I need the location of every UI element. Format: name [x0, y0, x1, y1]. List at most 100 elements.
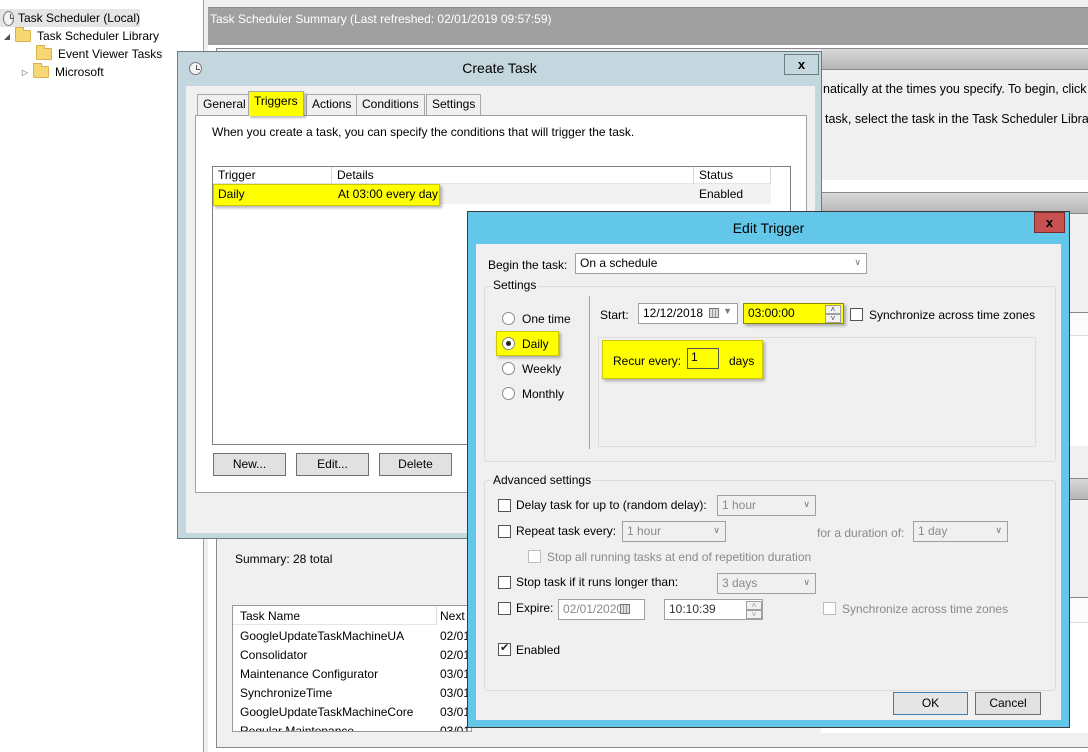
- new-trigger-button[interactable]: New...: [213, 453, 286, 476]
- close-button[interactable]: x: [784, 54, 819, 75]
- trigger-status: Enabled: [699, 187, 744, 201]
- close-button[interactable]: x: [1034, 212, 1065, 233]
- repeat-task-checkbox[interactable]: [498, 525, 511, 538]
- sync-timezones-checkbox[interactable]: [850, 308, 863, 321]
- radio-label-monthly: Monthly: [522, 387, 565, 401]
- radio-weekly[interactable]: [502, 362, 515, 375]
- table-row[interactable]: GoogleUpdateTaskMachineUA 02/01: [233, 627, 471, 646]
- chevron-down-icon: ∨: [713, 525, 720, 535]
- start-label: Start:: [600, 308, 629, 322]
- table-row[interactable]: SynchronizeTime 03/01: [233, 684, 471, 703]
- calendar-icon[interactable]: [620, 604, 630, 614]
- expand-icon[interactable]: ◢: [2, 32, 12, 41]
- radio-label-weekly: Weekly: [522, 362, 562, 376]
- start-date-value: 12/12/2018: [643, 306, 704, 320]
- summary-count: Summary: 28 total: [235, 552, 333, 566]
- stop-if-longer-label: Stop task if it runs longer than:: [516, 575, 679, 589]
- spin-up-icon[interactable]: ˄: [825, 305, 841, 314]
- chevron-down-icon: ∨: [854, 257, 861, 267]
- tree-item-task-scheduler-local[interactable]: Task Scheduler (Local): [0, 9, 140, 27]
- section-header-bar[interactable]: [821, 48, 1088, 70]
- spin-down-icon[interactable]: ˅: [825, 314, 841, 323]
- task-name-cell: Regular Maintenance: [240, 724, 355, 732]
- stop-if-longer-checkbox[interactable]: [498, 576, 511, 589]
- task-name-cell: Maintenance Configurator: [240, 667, 379, 681]
- stop-duration-select[interactable]: 3 days ∨: [717, 573, 816, 594]
- delay-value: 1 hour: [722, 498, 757, 512]
- table-row[interactable]: Consolidator 02/01: [233, 646, 471, 665]
- trigger-row[interactable]: Daily At 03:00 every day Enabled: [213, 184, 771, 206]
- repeat-interval-value: 1 hour: [627, 524, 662, 538]
- start-time-value: 03:00:00: [748, 306, 795, 320]
- advanced-settings-title: Advanced settings: [491, 473, 594, 487]
- task-name-cell: Consolidator: [240, 648, 308, 662]
- stop-all-running-checkbox[interactable]: [528, 550, 541, 563]
- folder-icon: [33, 63, 49, 78]
- tree-item-label: Task Scheduler Library: [37, 29, 160, 43]
- cancel-button[interactable]: Cancel: [975, 692, 1041, 715]
- column-header-trigger[interactable]: Trigger: [213, 167, 332, 184]
- dialog-title: Create Task: [462, 60, 537, 76]
- tab-actions[interactable]: Actions: [306, 94, 358, 115]
- tab-settings[interactable]: Settings: [426, 94, 482, 115]
- expire-date-picker[interactable]: 02/01/2020: [558, 599, 645, 620]
- begin-task-label: Begin the task:: [488, 258, 568, 272]
- dropdown-arrow-icon[interactable]: ▼: [723, 306, 732, 316]
- expire-checkbox[interactable]: [498, 602, 511, 615]
- recur-every-label: Recur every:: [613, 354, 682, 368]
- chevron-down-icon: ∨: [803, 577, 810, 587]
- next-run-cell: 03/01: [440, 686, 471, 700]
- radio-one-time[interactable]: [502, 312, 515, 325]
- spin-up-icon[interactable]: ˄: [746, 601, 762, 610]
- tree-item-task-scheduler-library[interactable]: ◢ Task Scheduler Library: [0, 27, 159, 45]
- column-header-task-name[interactable]: Task Name: [233, 606, 437, 625]
- enabled-checkbox[interactable]: [498, 641, 511, 656]
- expire-sync-label: Synchronize across time zones: [842, 602, 1009, 616]
- delete-trigger-button[interactable]: Delete: [379, 453, 452, 476]
- radio-label-daily: Daily: [522, 337, 549, 351]
- folder-clock-icon: [15, 27, 31, 42]
- separator: [589, 296, 590, 449]
- trigger-details: At 03:00 every day: [338, 187, 439, 201]
- spin-down-icon[interactable]: ˅: [746, 610, 762, 619]
- expire-sync-checkbox[interactable]: [823, 602, 836, 615]
- ok-button[interactable]: OK: [893, 692, 968, 715]
- expire-label: Expire:: [516, 601, 554, 615]
- radio-daily[interactable]: [502, 337, 515, 350]
- duration-value: 1 day: [918, 524, 948, 538]
- delay-select[interactable]: 1 hour ∨: [717, 495, 816, 516]
- tab-triggers[interactable]: Triggers: [248, 91, 304, 116]
- tree-item-event-viewer-tasks[interactable]: Event Viewer Tasks: [36, 45, 162, 63]
- duration-label: for a duration of:: [817, 526, 905, 540]
- table-row[interactable]: Maintenance Configurator 03/01: [233, 665, 471, 684]
- repeat-task-label: Repeat task every:: [516, 524, 617, 538]
- delay-task-checkbox[interactable]: [498, 499, 511, 512]
- column-header-status[interactable]: Status: [694, 167, 771, 184]
- tab-conditions[interactable]: Conditions: [356, 94, 425, 115]
- radio-label-one-time: One time: [522, 312, 571, 326]
- triggers-description: When you create a task, you can specify …: [212, 125, 635, 139]
- next-run-cell: 02/01: [440, 629, 471, 643]
- settings-group-title: Settings: [491, 278, 539, 292]
- task-name-cell: GoogleUpdateTaskMachineCore: [240, 705, 414, 719]
- radio-monthly[interactable]: [502, 387, 515, 400]
- recur-every-input[interactable]: 1: [687, 348, 719, 369]
- next-run-cell: 03/01: [440, 705, 471, 719]
- duration-select[interactable]: 1 day ∨: [913, 521, 1008, 542]
- collapse-icon[interactable]: ▷: [20, 68, 30, 77]
- tree-item-label: Event Viewer Tasks: [58, 47, 163, 61]
- begin-task-select[interactable]: On a schedule ∨: [575, 253, 867, 274]
- start-date-picker[interactable]: 12/12/2018 ▼: [638, 303, 738, 324]
- table-row[interactable]: Regular Maintenance 03/01: [233, 722, 471, 732]
- chevron-down-icon: ∨: [803, 499, 810, 509]
- tasks-table[interactable]: Task Name Next GoogleUpdateTaskMachineUA…: [232, 605, 472, 732]
- clock-icon: [3, 10, 14, 26]
- edit-trigger-button[interactable]: Edit...: [296, 453, 369, 476]
- tab-general[interactable]: General: [197, 94, 252, 115]
- table-row[interactable]: GoogleUpdateTaskMachineCore 03/01: [233, 703, 471, 722]
- expire-time-value: 10:10:39: [669, 602, 716, 616]
- tree-item-microsoft[interactable]: ▷ Microsoft: [20, 63, 104, 81]
- repeat-interval-select[interactable]: 1 hour ∨: [622, 521, 726, 542]
- column-header-details[interactable]: Details: [332, 167, 694, 184]
- calendar-icon[interactable]: [709, 308, 719, 318]
